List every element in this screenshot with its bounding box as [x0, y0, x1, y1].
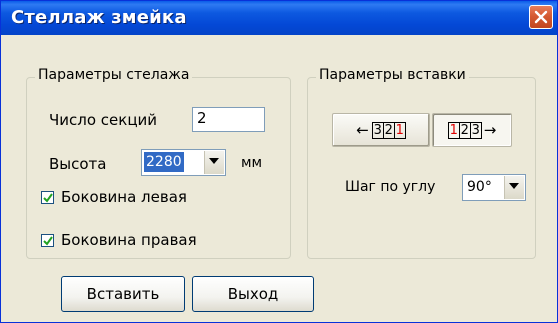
- height-label: Высота: [49, 155, 107, 173]
- sections-input[interactable]: 2: [192, 107, 265, 132]
- close-icon: [534, 10, 548, 24]
- chevron-down-icon: [509, 183, 519, 189]
- checkmark-icon: [43, 235, 53, 246]
- insert-params-group: Параметры вставки ← 3 2 1 1 2 3 → Шаг по…: [307, 67, 536, 259]
- rack-params-group: Параметры стелажа Число секций 2 Высота …: [26, 67, 291, 259]
- insert-button[interactable]: Вставить: [61, 276, 185, 312]
- left-side-checkbox[interactable]: [41, 190, 54, 204]
- digit: 3: [469, 121, 482, 139]
- arrow-right-icon: →: [483, 120, 497, 139]
- title-bar[interactable]: Стеллаж змейка: [1, 1, 557, 35]
- digit: 1: [393, 121, 406, 139]
- angle-step-dropdown-button[interactable]: [504, 176, 524, 199]
- angle-step-label: Шаг по углу: [345, 179, 436, 195]
- right-side-checkbox[interactable]: [41, 233, 54, 247]
- left-side-checkbox-row[interactable]: Боковина левая: [41, 188, 187, 206]
- angle-step-select[interactable]: 90°: [462, 174, 526, 201]
- right-side-checkbox-row[interactable]: Боковина правая: [41, 231, 197, 249]
- height-unit: мм: [241, 155, 263, 171]
- close-button[interactable]: [529, 5, 553, 29]
- right-side-label: Боковина правая: [61, 231, 197, 249]
- height-dropdown-button[interactable]: [204, 151, 224, 174]
- dialog-window: Стеллаж змейка Параметры стелажа Число с…: [0, 0, 558, 323]
- window-title: Стеллаж змейка: [11, 7, 187, 28]
- order-reverse-toggle[interactable]: ← 3 2 1: [332, 113, 430, 147]
- angle-step-value: 90°: [467, 179, 492, 195]
- sections-label: Число секций: [49, 111, 158, 129]
- order-forward-toggle[interactable]: 1 2 3 →: [432, 113, 512, 147]
- height-select[interactable]: 2280: [141, 149, 226, 176]
- left-side-label: Боковина левая: [61, 188, 187, 206]
- exit-button[interactable]: Выход: [192, 276, 314, 312]
- insert-params-title: Параметры вставки: [316, 67, 469, 83]
- arrow-left-icon: ←: [356, 120, 369, 139]
- height-value: 2280: [144, 152, 184, 172]
- rack-params-title: Параметры стелажа: [35, 67, 193, 83]
- chevron-down-icon: [209, 158, 219, 164]
- checkmark-icon: [43, 192, 53, 203]
